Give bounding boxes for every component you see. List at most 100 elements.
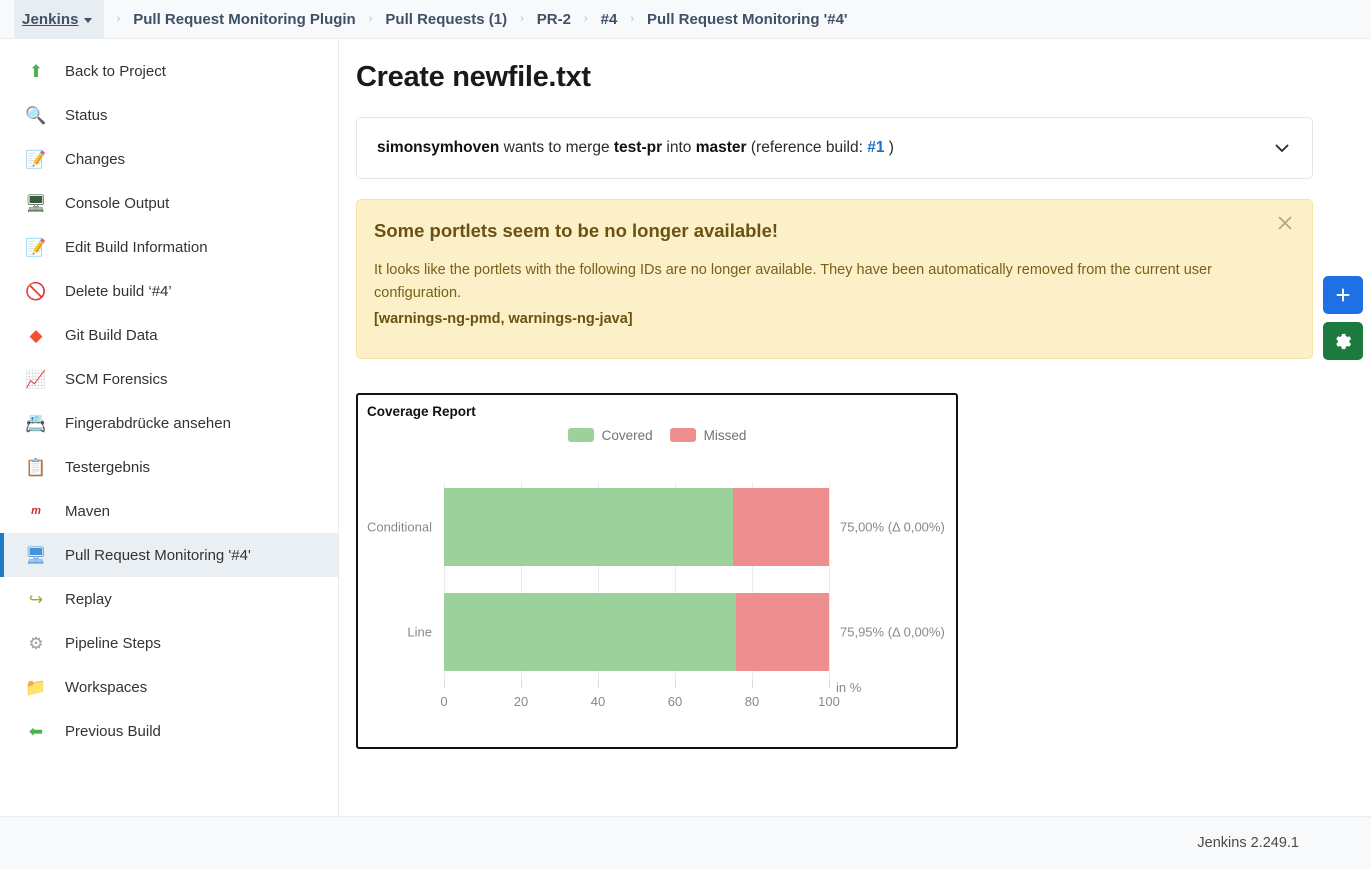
pull-request-summary-text: simonsymhoven wants to merge test-pr int… bbox=[377, 139, 894, 157]
notepad-pencil-icon: 📝 bbox=[25, 149, 47, 169]
chart-x-tick bbox=[829, 679, 830, 688]
alert-portlet-ids: [warnings-ng-pmd, warnings-ng-java] bbox=[374, 311, 633, 328]
coverage-report-chart: Coverage Report Covered Missed Condition… bbox=[356, 392, 958, 749]
plus-icon bbox=[1336, 288, 1350, 302]
bar-segment-covered[interactable] bbox=[444, 592, 737, 671]
sidebar-item-testergebnis[interactable]: 📋 Testergebnis bbox=[0, 445, 338, 489]
sidebar-item-status[interactable]: 🔍 Status bbox=[0, 93, 338, 137]
sidebar-item-label: Edit Build Information bbox=[65, 238, 208, 256]
pr-author: simonsymhoven bbox=[377, 139, 500, 156]
page-title: Create newfile.txt bbox=[356, 61, 591, 93]
chart-x-tick bbox=[752, 679, 753, 688]
pr-reference-prefix: (reference build: bbox=[746, 139, 868, 156]
bar-segment-covered[interactable] bbox=[444, 487, 733, 566]
pull-request-summary-panel[interactable]: simonsymhoven wants to merge test-pr int… bbox=[356, 117, 1313, 179]
sidebar-item-label: Testergebnis bbox=[65, 458, 151, 476]
sidebar-item-changes[interactable]: 📝 Changes bbox=[0, 137, 338, 181]
sidebar-item-label: Pull Request Monitoring '#4' bbox=[65, 546, 251, 564]
sidebar-item-label: Back to Project bbox=[65, 62, 166, 80]
chart-x-tick-label: 60 bbox=[667, 693, 683, 709]
clipboard-icon: 📋 bbox=[25, 457, 47, 477]
bar-segment-missed[interactable] bbox=[732, 487, 829, 566]
sidebar-item-label: Console Output bbox=[65, 194, 170, 212]
sidebar-item-label: Replay bbox=[65, 590, 112, 608]
add-portlet-button[interactable] bbox=[1323, 276, 1363, 314]
monitor-icon: 🖥 bbox=[25, 545, 47, 565]
sidebar-item-back-to-project[interactable]: ⬆ Back to Project bbox=[0, 49, 338, 93]
gear-icon bbox=[1335, 333, 1351, 349]
chevron-down-icon[interactable] bbox=[83, 17, 92, 23]
breadcrumb-separator: › bbox=[583, 13, 588, 25]
chart-x-tick-label: 80 bbox=[744, 693, 760, 709]
floating-action-buttons bbox=[1323, 276, 1363, 360]
sidebar-item-label: Git Build Data bbox=[65, 326, 158, 344]
bar-segment-missed[interactable] bbox=[736, 592, 829, 671]
terminal-icon: 🖥 bbox=[25, 193, 47, 213]
sidebar-item-replay[interactable]: ↪ Replay bbox=[0, 577, 338, 621]
jenkins-version: Jenkins 2.249.1 bbox=[1197, 835, 1299, 851]
sidebar-item-fingerabdr-cke-ansehen[interactable]: 📇 Fingerabdrücke ansehen bbox=[0, 401, 338, 445]
pr-reference-build-link[interactable]: #1 bbox=[867, 139, 884, 156]
legend-swatch-covered bbox=[567, 428, 594, 443]
sidebar-item-git-build-data[interactable]: ◆ Git Build Data bbox=[0, 313, 338, 357]
breadcrumb-separator: › bbox=[368, 13, 373, 25]
left-arrow-icon: ⬅ bbox=[28, 721, 44, 741]
alert-body-text: It looks like the portlets with the foll… bbox=[374, 262, 1212, 302]
up-arrow-icon: ⬆ bbox=[28, 61, 44, 81]
pr-reference-suffix: ) bbox=[884, 139, 894, 156]
chart-x-tick bbox=[444, 679, 445, 688]
sidebar-item-label: Pipeline Steps bbox=[65, 634, 161, 652]
breadcrumb-separator: › bbox=[116, 13, 121, 25]
sidebar-item-workspaces[interactable]: 📁 Workspaces bbox=[0, 665, 338, 709]
legend-item-missed[interactable]: Missed bbox=[669, 428, 746, 443]
legend-swatch-missed bbox=[669, 428, 696, 443]
chart-x-tick bbox=[598, 679, 599, 688]
sidebar-item-maven[interactable]: m Maven bbox=[0, 489, 338, 533]
chart-plot-area: Conditional 75,00% (Δ 0,00%) Line 75,95% (Δ… bbox=[367, 481, 945, 680]
breadcrumb-item-monitoring[interactable]: Pull Request Monitoring '#4' bbox=[647, 11, 847, 28]
sidebar-item-label: Workspaces bbox=[65, 678, 148, 696]
chart-x-tick-label: 20 bbox=[513, 693, 529, 709]
configure-button[interactable] bbox=[1323, 322, 1363, 360]
chart-category-label: Line bbox=[407, 624, 432, 640]
breadcrumb-item-pull-requests[interactable]: Pull Requests (1) bbox=[385, 11, 507, 28]
breadcrumb-separator: › bbox=[630, 13, 634, 25]
sidebar-item-console-output[interactable]: 🖥 Console Output bbox=[0, 181, 338, 225]
sidebar-item-edit-build-information[interactable]: 📝 Edit Build Information bbox=[0, 225, 338, 269]
chart-bar-row: Line 75,95% (Δ 0,00%) bbox=[407, 592, 945, 671]
chart-x-tick-label: 40 bbox=[590, 693, 606, 709]
chart-legend: Covered Missed bbox=[358, 428, 956, 443]
breadcrumb-root[interactable]: Jenkins bbox=[14, 0, 104, 39]
git-icon: ◆ bbox=[29, 325, 43, 345]
sidebar-item-previous-build[interactable]: ⬅ Previous Build bbox=[0, 709, 338, 753]
maven-icon: m bbox=[31, 504, 41, 517]
sidebar-item-label: Changes bbox=[65, 150, 126, 168]
breadcrumb-item-plugin[interactable]: Pull Request Monitoring Plugin bbox=[133, 11, 356, 28]
breadcrumb-separator: › bbox=[520, 13, 524, 25]
breadcrumb-item-build[interactable]: #4 bbox=[601, 11, 618, 28]
chart-data-label: 75,95% (Δ 0,00%) bbox=[840, 624, 945, 640]
legend-label-covered: Covered bbox=[601, 427, 653, 443]
no-entry-icon: 🚫 bbox=[25, 281, 47, 301]
gear-icon: ⚙ bbox=[28, 633, 44, 653]
sidebar-item-label: Previous Build bbox=[65, 722, 161, 740]
chevron-down-icon[interactable] bbox=[1274, 140, 1290, 156]
close-icon[interactable] bbox=[1275, 213, 1295, 233]
sidebar-item-label: Delete build ‘#4’ bbox=[65, 282, 172, 300]
breadcrumb-root-label[interactable]: Jenkins bbox=[22, 11, 79, 28]
alert-body: It looks like the portlets with the foll… bbox=[374, 259, 1229, 332]
notepad-pencil-icon: 📝 bbox=[25, 237, 47, 257]
chart-x-axis: 0 20 40 60 80 100 bbox=[440, 679, 840, 720]
main-content: Create newfile.txt simonsymhoven wants t… bbox=[339, 39, 1371, 816]
sidebar-item-scm-forensics[interactable]: 📈 SCM Forensics bbox=[0, 357, 338, 401]
sidebar-item-pull-request-monitoring-4[interactable]: 🖥 Pull Request Monitoring '#4' bbox=[0, 533, 338, 577]
sidebar-item-pipeline-steps[interactable]: ⚙ Pipeline Steps bbox=[0, 621, 338, 665]
legend-item-covered[interactable]: Covered bbox=[567, 427, 653, 443]
breadcrumb-item-pr2[interactable]: PR-2 bbox=[537, 11, 571, 28]
sidebar-item-label: Maven bbox=[65, 502, 111, 520]
sidebar-item-label: Fingerabdrücke ansehen bbox=[65, 414, 231, 432]
chart-x-tick bbox=[675, 679, 676, 688]
chart-title: Coverage Report bbox=[367, 403, 476, 419]
sidebar-item-delete-build-4[interactable]: 🚫 Delete build ‘#4’ bbox=[0, 269, 338, 313]
chart-x-tick-label: 100 bbox=[818, 693, 840, 709]
